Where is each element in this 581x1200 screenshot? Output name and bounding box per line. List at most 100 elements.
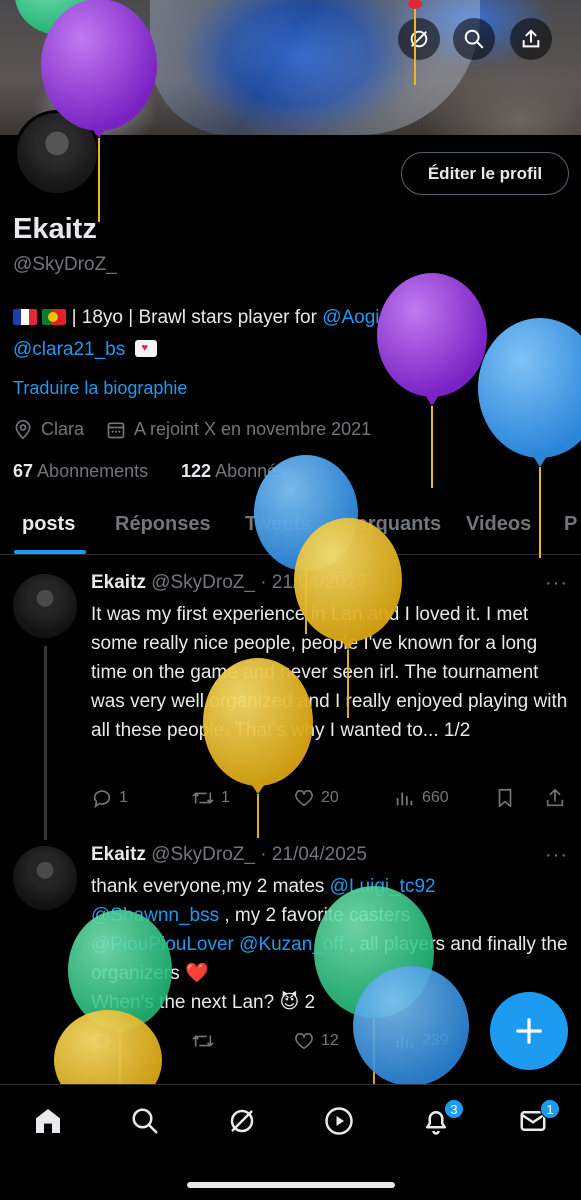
profile-bio: | 18yo | Brawl stars player for @AogiriE…	[13, 302, 563, 366]
grok-icon	[410, 30, 428, 48]
search-icon	[132, 1108, 158, 1134]
france-flag-icon	[13, 309, 37, 325]
like-button[interactable]: 20	[293, 787, 339, 809]
heart-icon	[295, 790, 313, 807]
share-button[interactable]	[510, 18, 552, 60]
reply-count: 1	[119, 789, 128, 806]
share-tweet-button[interactable]	[544, 787, 566, 809]
profile-handle: @SkyDroZ_	[13, 254, 117, 275]
like-button[interactable]: 12	[293, 1030, 339, 1052]
mention-kuzan[interactable]: @Kuzan_off	[239, 934, 344, 955]
retweet-icon	[192, 1035, 214, 1047]
views-icon	[396, 792, 413, 806]
like-count: 12	[321, 1032, 339, 1049]
tab-replies[interactable]: Réponses	[115, 513, 211, 536]
retweet-count: 1	[221, 789, 230, 806]
play-icon	[325, 1107, 353, 1135]
tweet-text-part: When's the next Lan? 😈 2	[91, 992, 316, 1013]
joined-row: A rejoint X en novembre 2021	[106, 419, 371, 440]
tab-videos[interactable]: Videos	[466, 513, 531, 536]
following-label: Abonnements	[37, 461, 149, 481]
reply-button[interactable]	[91, 1030, 119, 1052]
heart-letter-icon: ♥	[134, 340, 157, 357]
home-icon	[36, 1109, 60, 1133]
tweet-text-part: thank everyone,my 2 mates	[91, 876, 330, 897]
tweet-author-name[interactable]: Ekaitz	[91, 572, 146, 593]
grok-button[interactable]	[398, 18, 440, 60]
tweet-header: Ekaitz @SkyDroZ_ · 21/04/2025	[91, 844, 367, 866]
like-count: 20	[321, 789, 339, 806]
tweet-author-handle[interactable]: @SkyDroZ_	[151, 572, 255, 593]
reply-icon	[93, 1033, 111, 1052]
grok-icon	[230, 1109, 254, 1133]
tweet-text[interactable]: It was my first experience in Lan and I …	[91, 600, 569, 745]
nav-home[interactable]	[28, 1101, 68, 1141]
nav-grok[interactable]	[222, 1101, 262, 1141]
more-options-icon[interactable]: ···	[545, 572, 568, 595]
tweet-date[interactable]: · 21/04/2025	[260, 572, 367, 593]
followers-count: 122	[181, 461, 212, 481]
tab-highlights[interactable]: Marquants	[340, 513, 441, 536]
tab-more[interactable]: P	[564, 513, 577, 536]
views-count: 660	[422, 789, 449, 806]
reply-icon	[93, 790, 111, 809]
profile-tabs: posts Réponses Tweets Marquants Videos P	[0, 503, 581, 555]
followers-link[interactable]: 122 Abonnés	[181, 461, 286, 482]
location-row: Clara	[13, 419, 84, 440]
retweet-button[interactable]	[191, 1030, 221, 1052]
tweet-avatar[interactable]	[13, 846, 77, 910]
tweet-date[interactable]: · 21/04/2025	[260, 844, 367, 865]
profile-name: Ekaitz	[13, 213, 97, 245]
share-icon	[522, 29, 540, 48]
tweet-text[interactable]: thank everyone,my 2 mates @Luigi_tc92 @S…	[91, 872, 569, 1017]
views-button[interactable]: 239	[394, 1030, 449, 1052]
bookmark-button[interactable]	[494, 787, 516, 809]
retweet-button[interactable]: 1	[191, 787, 230, 809]
translate-bio-link[interactable]: Traduire la biographie	[13, 378, 187, 399]
retweet-icon	[192, 792, 214, 804]
search-button[interactable]	[453, 18, 495, 60]
reply-button[interactable]: 1	[91, 787, 128, 809]
nav-videos[interactable]	[319, 1101, 359, 1141]
edit-profile-button[interactable]: Éditer le profil	[401, 152, 569, 195]
tweet-avatar[interactable]	[13, 574, 77, 638]
following-count: 67	[13, 461, 34, 481]
messages-badge: 1	[540, 1099, 560, 1119]
location-icon	[15, 419, 31, 440]
tweet-header: Ekaitz @SkyDroZ_ · 21/04/2025	[91, 572, 367, 594]
mention-luigi[interactable]: @Luigi_tc92	[330, 876, 436, 897]
portugal-flag-icon	[42, 309, 67, 325]
heart-icon	[295, 1033, 313, 1050]
tab-posts[interactable]: posts	[22, 513, 75, 536]
nav-search[interactable]	[125, 1101, 165, 1141]
tab-tweets[interactable]: Tweets	[245, 513, 311, 536]
views-icon	[396, 1035, 413, 1049]
bio-mention-aogiri[interactable]: @AogiriEsport_	[322, 307, 455, 328]
profile-avatar[interactable]	[14, 110, 100, 196]
home-indicator	[187, 1182, 395, 1188]
bio-separator: |	[455, 307, 466, 328]
bookmark-icon	[498, 788, 512, 808]
thread-line	[44, 646, 47, 840]
search-icon	[464, 29, 484, 49]
followers-label: Abonnés	[215, 461, 287, 481]
active-tab-indicator	[14, 550, 86, 554]
more-options-icon[interactable]: ···	[545, 844, 568, 867]
following-link[interactable]: 67 Abonnements	[13, 461, 148, 482]
mention-shawnn[interactable]: @Shawnn_bss	[91, 905, 219, 926]
calendar-icon	[107, 422, 125, 438]
plus-icon	[516, 1018, 542, 1044]
views-count: 239	[422, 1032, 449, 1049]
tweet-text-part: , my 2 favorite casters	[219, 905, 411, 926]
bio-mention-clara[interactable]: @clara21_bs	[13, 339, 125, 360]
tweet-author-name[interactable]: Ekaitz	[91, 844, 146, 865]
joined-text: A rejoint X en novembre 2021	[134, 419, 372, 439]
share-icon	[546, 788, 564, 807]
compose-button[interactable]	[490, 992, 568, 1070]
mention-pioupiou[interactable]: @PiouPiouLover	[91, 934, 234, 955]
notifications-badge: 3	[444, 1099, 464, 1119]
views-button[interactable]: 660	[394, 787, 449, 809]
location-text: Clara	[41, 419, 85, 439]
tweet-author-handle[interactable]: @SkyDroZ_	[151, 844, 255, 865]
bio-text: | 18yo | Brawl stars player for	[71, 307, 323, 328]
